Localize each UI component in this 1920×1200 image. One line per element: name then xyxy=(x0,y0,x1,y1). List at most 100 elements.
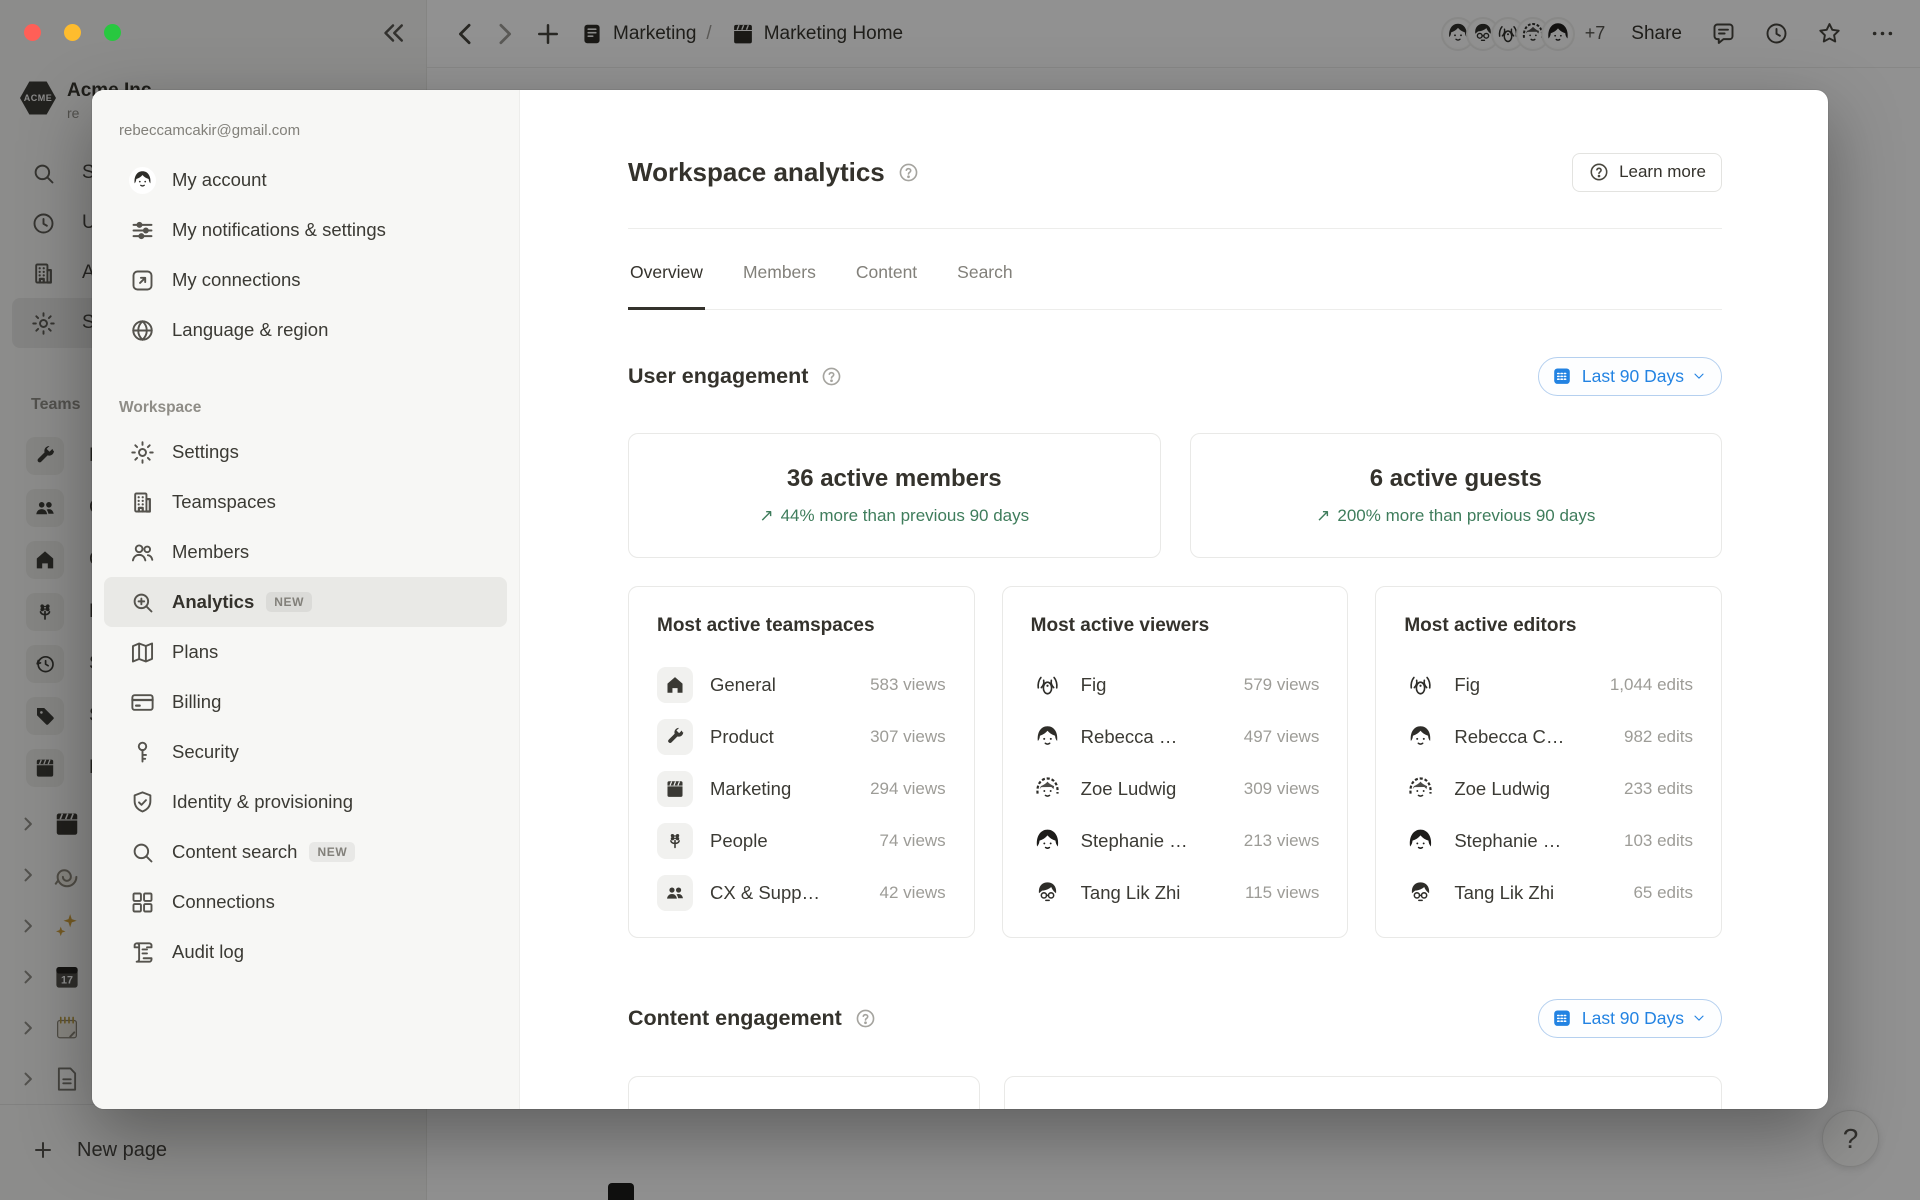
calendar-icon xyxy=(1551,1007,1573,1029)
row-value: 65 edits xyxy=(1633,883,1693,903)
leaderboard-row[interactable]: Tang Lik Zhi65 edits xyxy=(1404,867,1693,919)
sidebar-item-language-region[interactable]: Language & region xyxy=(104,305,507,355)
calendar-icon xyxy=(1551,365,1573,387)
sidebar-item-label: Analytics xyxy=(172,591,254,613)
row-name: Stephanie … xyxy=(1454,830,1616,852)
sidebar-item-label: Settings xyxy=(172,441,239,463)
face-man-glasses-icon xyxy=(1404,877,1437,910)
section-heading: User engagement xyxy=(628,364,808,389)
card-rows: General583 views Product 307 views Marketin… xyxy=(657,659,946,919)
row-name: Zoe Ludwig xyxy=(1081,778,1236,800)
date-filter-content-engagement[interactable]: Last 90 Days xyxy=(1538,999,1722,1038)
help-circle-icon[interactable] xyxy=(820,365,843,388)
grid-icon xyxy=(129,889,156,916)
globe-icon xyxy=(129,317,156,344)
leaderboard-row[interactable]: People 74 views xyxy=(657,815,946,867)
content-card-partial xyxy=(628,1076,980,1109)
page-title: Workspace analytics xyxy=(628,157,885,188)
sidebar-item-teamspaces[interactable]: Teamspaces xyxy=(104,477,507,527)
card-rows: Fig1,044 edits Rebecca C… 982 edits Zoe Lud… xyxy=(1404,659,1693,919)
sidebar-item-content-search[interactable]: Content searchNEW xyxy=(104,827,507,877)
leaderboard-row[interactable]: Rebecca … 497 views xyxy=(1031,711,1320,763)
card-title: Most active viewers xyxy=(1031,615,1320,637)
new-badge: NEW xyxy=(266,592,312,612)
leaderboard-row[interactable]: Zoe Ludwig 309 views xyxy=(1031,763,1320,815)
account-email: rebeccamcakir@gmail.com xyxy=(119,122,519,139)
row-value: 309 views xyxy=(1244,779,1320,799)
stat-value: 36 active members xyxy=(787,465,1002,493)
leaderboards: Most active teamspacesGeneral583 viewsPr… xyxy=(628,586,1722,938)
sidebar-item-label: Connections xyxy=(172,891,275,913)
leaderboard-row[interactable]: CX & Supp…42 views xyxy=(657,867,946,919)
sidebar-item-label: My connections xyxy=(172,269,301,291)
leaderboard-row[interactable]: General583 views xyxy=(657,659,946,711)
sidebar-item-label: Identity & provisioning xyxy=(172,791,353,813)
sidebar-item-label: My account xyxy=(172,169,267,191)
leaderboard-row[interactable]: Rebecca C… 982 edits xyxy=(1404,711,1693,763)
sidebar-item-label: Content search xyxy=(172,841,297,863)
sidebar-item-members[interactable]: Members xyxy=(104,527,507,577)
sidebar-item-label: Security xyxy=(172,741,239,763)
arrow-up-right-box-icon xyxy=(129,267,156,294)
learn-more-button[interactable]: Learn more xyxy=(1572,153,1722,192)
sidebar-item-identity-provisioning[interactable]: Identity & provisioning xyxy=(104,777,507,827)
row-name: Product xyxy=(710,726,862,748)
sidebar-item-audit-log[interactable]: Audit log xyxy=(104,927,507,977)
minimize-window-button[interactable] xyxy=(64,24,81,41)
leaderboard-row[interactable]: Tang Lik Zhi115 views xyxy=(1031,867,1320,919)
row-name: Tang Lik Zhi xyxy=(1081,882,1237,904)
date-filter-user-engagement[interactable]: Last 90 Days xyxy=(1538,357,1722,396)
leaderboard-row[interactable]: Marketing294 views xyxy=(657,763,946,815)
row-name: Rebecca C… xyxy=(1454,726,1616,748)
face-dog-icon xyxy=(1404,669,1437,702)
row-name: People xyxy=(710,830,872,852)
people-icon xyxy=(129,539,156,566)
sidebar-item-label: My notifications & settings xyxy=(172,219,386,241)
face-man-glasses-icon xyxy=(1031,877,1064,910)
sidebar-item-security[interactable]: Security xyxy=(104,727,507,777)
card-most-active-viewers: Most active viewersFig579 viewsRebecca …… xyxy=(1002,586,1349,938)
row-value: 294 views xyxy=(870,779,946,799)
row-name: CX & Supp… xyxy=(710,882,872,904)
zoom-window-button[interactable] xyxy=(104,24,121,41)
home-icon xyxy=(657,667,693,703)
sidebar-item-my-account[interactable]: My account xyxy=(104,155,507,205)
row-value: 74 views xyxy=(880,831,946,851)
settings-sidebar: rebeccamcakir@gmail.com My account My not… xyxy=(92,90,520,1109)
account-settings-list: My account My notifications & settings My … xyxy=(104,155,507,355)
tab-overview[interactable]: Overview xyxy=(628,229,705,310)
leaderboard-row[interactable]: Fig1,044 edits xyxy=(1404,659,1693,711)
sidebar-item-plans[interactable]: Plans xyxy=(104,627,507,677)
sidebar-item-connections[interactable]: Connections xyxy=(104,877,507,927)
settings-modal: rebeccamcakir@gmail.com My account My not… xyxy=(92,90,1828,1109)
row-value: 497 views xyxy=(1244,727,1320,747)
tab-search[interactable]: Search xyxy=(955,229,1014,310)
sidebar-item-settings[interactable]: Settings xyxy=(104,427,507,477)
face-woman-curly-icon xyxy=(1404,773,1437,806)
row-name: Fig xyxy=(1081,674,1236,696)
leaderboard-row[interactable]: Fig579 views xyxy=(1031,659,1320,711)
sidebar-item-label: Members xyxy=(172,541,249,563)
sidebar-item-billing[interactable]: Billing xyxy=(104,677,507,727)
leaderboard-row[interactable]: Stephanie …213 views xyxy=(1031,815,1320,867)
tab-members[interactable]: Members xyxy=(741,229,818,310)
row-value: 982 edits xyxy=(1624,727,1693,747)
face-woman-long-hair-icon xyxy=(1031,721,1064,754)
tab-content[interactable]: Content xyxy=(854,229,919,310)
sidebar-item-my-notifications-settings[interactable]: My notifications & settings xyxy=(104,205,507,255)
leaderboard-row[interactable]: Stephanie …103 edits xyxy=(1404,815,1693,867)
row-value: 307 views xyxy=(870,727,946,747)
people-icon xyxy=(657,875,693,911)
row-name: Rebecca … xyxy=(1081,726,1236,748)
active-members-card: 36 active members ↗44% more than previou… xyxy=(628,433,1161,558)
sidebar-item-analytics[interactable]: Analytics NEW xyxy=(104,577,507,627)
sliders-icon xyxy=(129,217,156,244)
sidebar-item-label: Billing xyxy=(172,691,221,713)
help-circle-icon[interactable] xyxy=(897,161,920,184)
close-window-button[interactable] xyxy=(24,24,41,41)
clapperboard-icon xyxy=(657,771,693,807)
sidebar-item-my-connections[interactable]: My connections xyxy=(104,255,507,305)
help-circle-icon[interactable] xyxy=(854,1007,877,1030)
leaderboard-row[interactable]: Zoe Ludwig233 edits xyxy=(1404,763,1693,815)
leaderboard-row[interactable]: Product 307 views xyxy=(657,711,946,763)
